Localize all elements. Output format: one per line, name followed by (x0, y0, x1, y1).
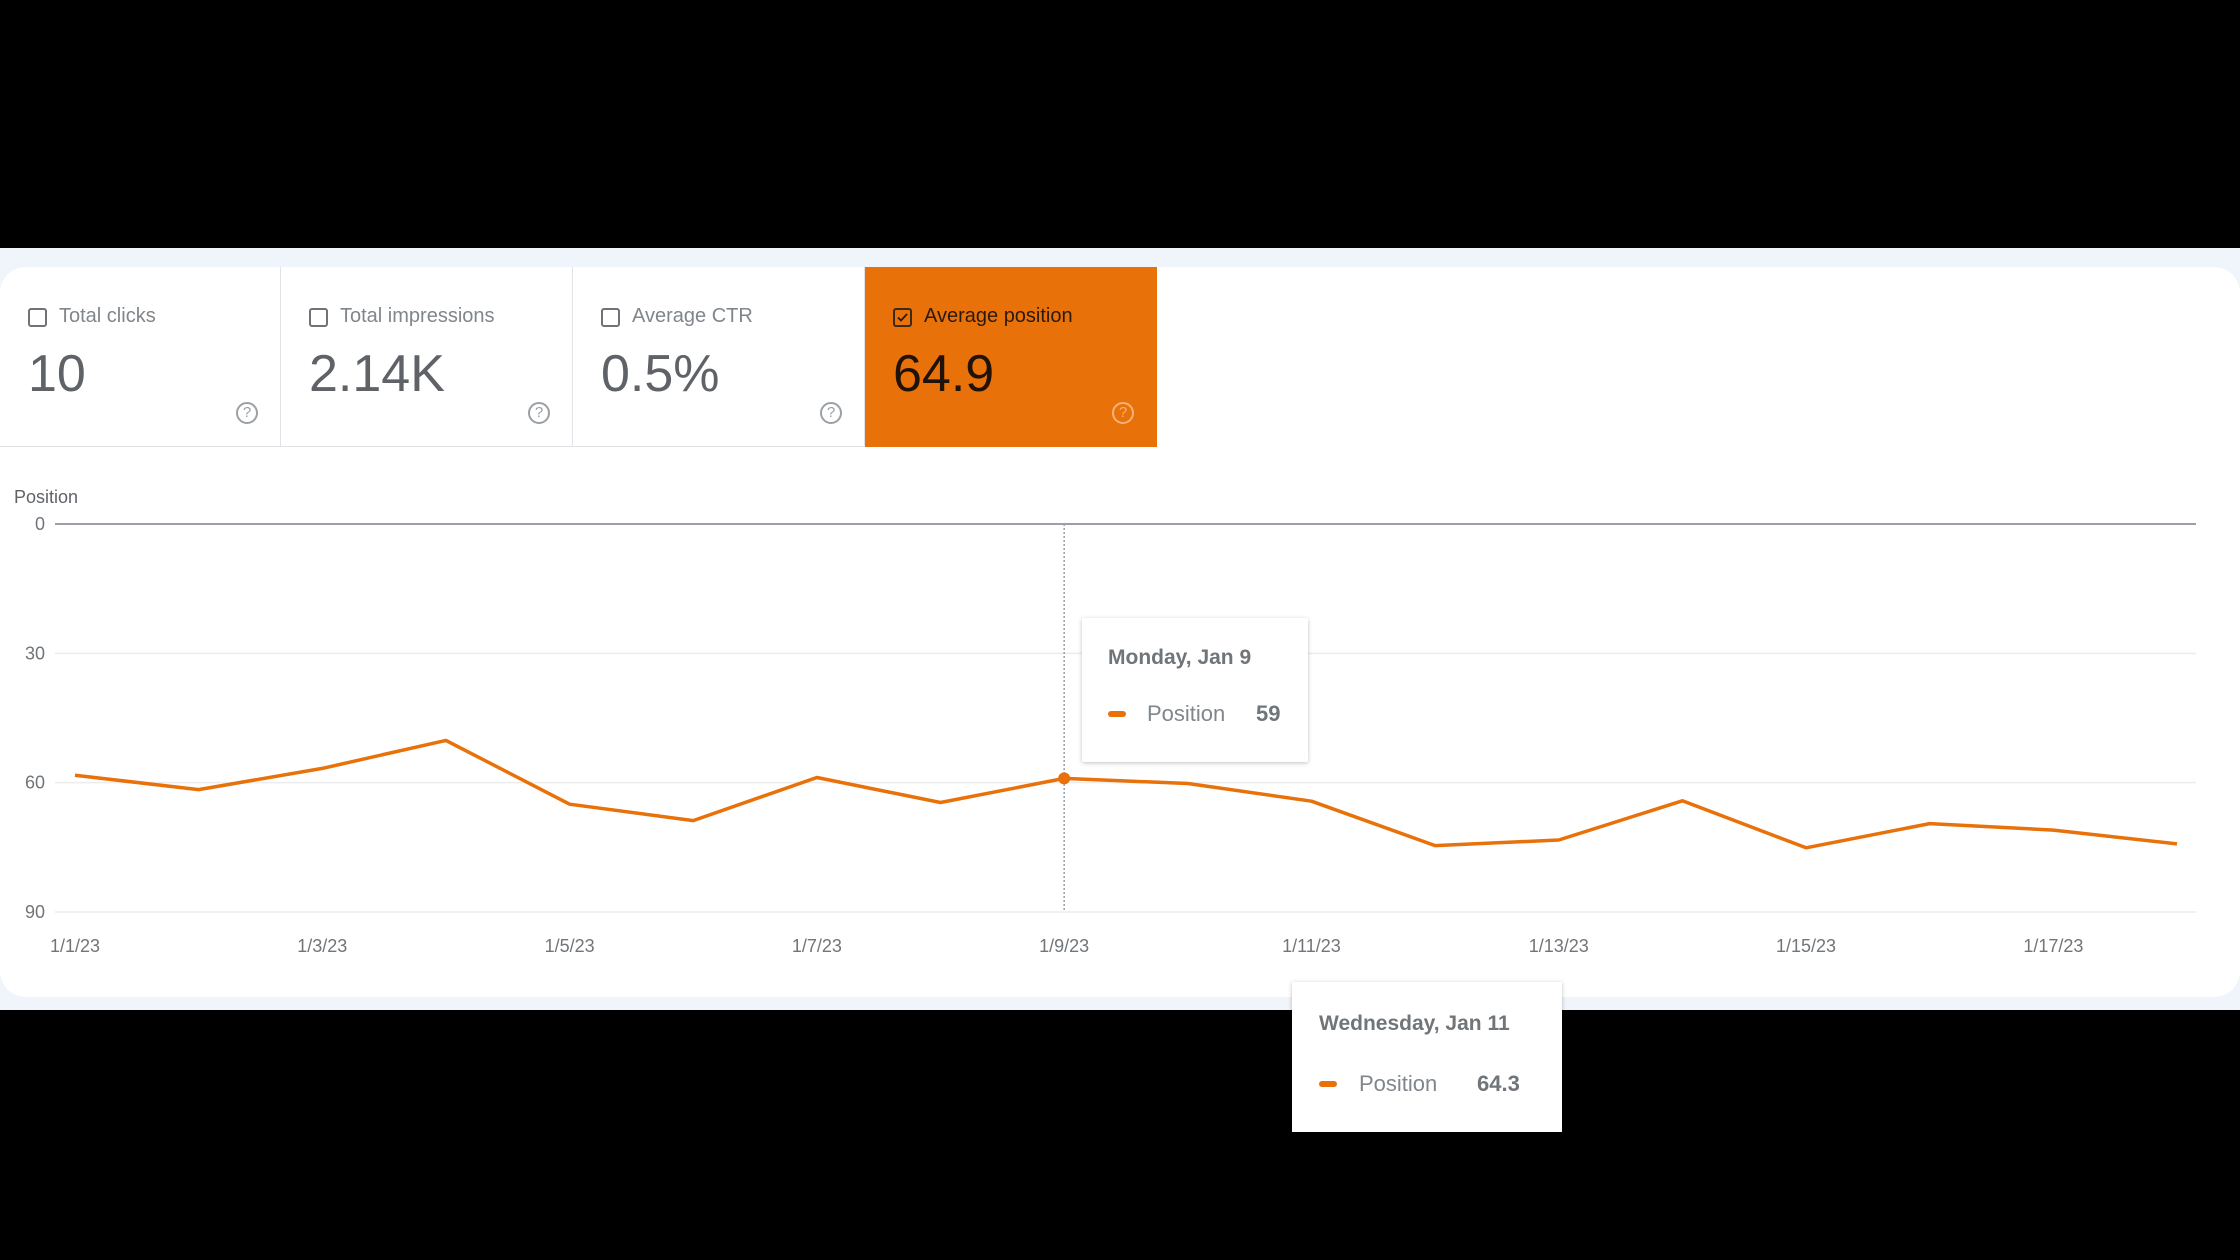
y-axis-title: Position (14, 487, 78, 507)
metric-value: 0.5% (601, 345, 720, 403)
metric-card-total-clicks[interactable]: Total clicks 10 ? (0, 267, 281, 447)
tooltip-series-name: Position (1359, 1071, 1438, 1096)
data-points (1058, 772, 1071, 785)
y-tick-label: 30 (25, 643, 45, 663)
metric-label: Average position (924, 305, 1073, 327)
metric-cards: Total clicks 10 ? Total impressions 2.14… (0, 267, 1157, 447)
y-axis-ticks: 0 30 60 90 (25, 514, 45, 922)
tooltip-jan-11: Wednesday, Jan 11 Position 64.3 (1292, 982, 1562, 1132)
x-tick-label: 1/9/23 (1039, 936, 1089, 956)
x-tick-label: 1/13/23 (1529, 936, 1589, 956)
x-tick-label: 1/5/23 (545, 936, 595, 956)
series-swatch-icon (1319, 1081, 1337, 1087)
x-tick-label: 1/1/23 (50, 936, 100, 956)
metric-value: 2.14K (309, 345, 445, 403)
y-tick-label: 60 (25, 773, 45, 793)
x-tick-label: 1/7/23 (792, 936, 842, 956)
help-icon[interactable]: ? (236, 402, 258, 424)
metric-label: Total clicks (59, 305, 156, 327)
metric-card-total-impressions[interactable]: Total impressions 2.14K ? (281, 267, 573, 447)
x-tick-label: 1/11/23 (1282, 936, 1341, 956)
metric-label: Total impressions (340, 305, 495, 327)
help-icon[interactable]: ? (820, 402, 842, 424)
metric-card-average-position[interactable]: Average position 64.9 ? (865, 267, 1157, 447)
x-tick-label: 1/15/23 (1776, 936, 1836, 956)
series-swatch-icon (1108, 711, 1126, 717)
tooltip-series-name: Position (1147, 701, 1226, 726)
tooltip-value: 64.3 (1477, 1071, 1520, 1096)
tooltip-value: 59 (1256, 701, 1281, 726)
metric-card-average-ctr[interactable]: Average CTR 0.5% ? (573, 267, 865, 447)
checkbox-icon[interactable] (309, 308, 328, 327)
tooltip-date: Wednesday, Jan 11 (1319, 1012, 1510, 1035)
x-axis-ticks: 1/1/23 1/3/23 1/5/23 1/7/23 1/9/23 1/11/23 1/1… (50, 936, 2083, 956)
tooltip-jan-9: Monday, Jan 9 Position 59 (1082, 618, 1308, 762)
y-tick-label: 0 (35, 514, 45, 534)
help-icon[interactable]: ? (1112, 402, 1134, 424)
x-tick-label: 1/3/23 (297, 936, 347, 956)
checkbox-icon[interactable] (601, 308, 620, 327)
x-tick-label: 1/17/23 (2023, 936, 2083, 956)
metric-value: 64.9 (893, 345, 995, 403)
checkbox-icon[interactable] (28, 308, 47, 327)
help-icon[interactable]: ? (528, 402, 550, 424)
tooltip-date: Monday, Jan 9 (1108, 646, 1252, 669)
metric-label: Average CTR (632, 305, 753, 327)
checkbox-checked-icon[interactable] (893, 308, 912, 327)
highlighted-data-point[interactable] (1058, 772, 1071, 785)
metric-value: 10 (28, 345, 86, 403)
y-tick-label: 90 (25, 902, 45, 922)
